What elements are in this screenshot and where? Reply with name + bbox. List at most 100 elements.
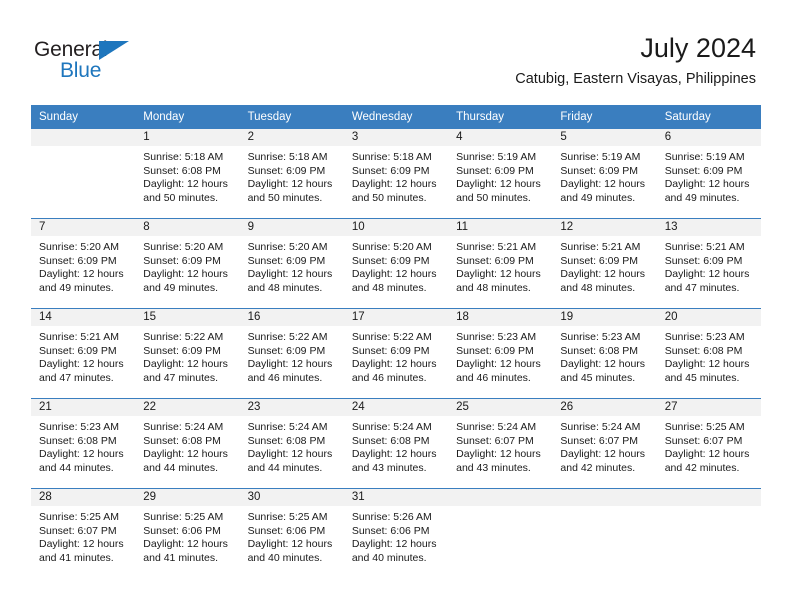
day-number: 2 — [239, 129, 344, 146]
day-details: Sunrise: 5:20 AM Sunset: 6:09 PM Dayligh… — [31, 236, 135, 295]
day-cell[interactable]: 31 Sunrise: 5:26 AM Sunset: 6:06 PM Dayl… — [343, 489, 449, 578]
daylight-text-line1: Daylight: 12 hours — [351, 448, 437, 461]
sunset-text: Sunset: 6:09 PM — [39, 344, 117, 357]
daylight-text-line1: Daylight: 12 hours — [39, 538, 124, 551]
day-cell[interactable]: 1 Sunrise: 5:18 AM Sunset: 6:08 PM Dayli… — [135, 129, 240, 218]
sunrise-text: Sunrise: 5:21 AM — [39, 331, 119, 343]
day-details: Sunrise: 5:25 AM Sunset: 6:07 PM Dayligh… — [657, 416, 761, 475]
day-cell[interactable]: 29 Sunrise: 5:25 AM Sunset: 6:06 PM Dayl… — [135, 489, 240, 578]
daylight-text-line1: Daylight: 12 hours — [39, 268, 124, 281]
sunset-text: Sunset: 6:06 PM — [351, 524, 430, 537]
sunrise-text: Sunrise: 5:25 AM — [247, 511, 328, 523]
day-number: 15 — [135, 309, 240, 326]
sunset-text: Sunset: 6:09 PM — [560, 254, 639, 267]
day-cell[interactable]: 13 Sunrise: 5:21 AM Sunset: 6:09 PM Dayl… — [656, 219, 761, 308]
day-details — [448, 506, 552, 511]
day-cell[interactable]: 14 Sunrise: 5:21 AM Sunset: 6:09 PM Dayl… — [31, 309, 136, 398]
daylight-text-line1: Daylight: 12 hours — [456, 448, 541, 461]
day-cell[interactable]: 10 Sunrise: 5:20 AM Sunset: 6:09 PM Dayl… — [343, 219, 449, 308]
daylight-text-line1: Daylight: 12 hours — [39, 448, 124, 461]
day-cell[interactable] — [31, 129, 136, 218]
day-details: Sunrise: 5:22 AM Sunset: 6:09 PM Dayligh… — [344, 326, 448, 385]
day-cell[interactable]: 11 Sunrise: 5:21 AM Sunset: 6:09 PM Dayl… — [448, 219, 553, 308]
day-cell[interactable]: 22 Sunrise: 5:24 AM Sunset: 6:08 PM Dayl… — [135, 399, 240, 488]
daylight-text-line1: Daylight: 12 hours — [247, 358, 333, 371]
day-details — [657, 506, 761, 511]
weekday-header-saturday: Saturday — [656, 105, 761, 129]
day-cell[interactable]: 2 Sunrise: 5:18 AM Sunset: 6:09 PM Dayli… — [239, 129, 344, 218]
day-number: 10 — [343, 219, 449, 236]
day-details: Sunrise: 5:25 AM Sunset: 6:06 PM Dayligh… — [135, 506, 239, 565]
day-cell[interactable]: 28 Sunrise: 5:25 AM Sunset: 6:07 PM Dayl… — [31, 489, 136, 578]
day-cell[interactable]: 9 Sunrise: 5:20 AM Sunset: 6:09 PM Dayli… — [239, 219, 344, 308]
day-details: Sunrise: 5:20 AM Sunset: 6:09 PM Dayligh… — [135, 236, 239, 295]
day-cell[interactable]: 5 Sunrise: 5:19 AM Sunset: 6:09 PM Dayli… — [552, 129, 657, 218]
day-cell[interactable] — [552, 489, 657, 578]
day-number: 13 — [656, 219, 761, 236]
day-cell[interactable]: 3 Sunrise: 5:18 AM Sunset: 6:09 PM Dayli… — [343, 129, 449, 218]
day-cell[interactable]: 25 Sunrise: 5:24 AM Sunset: 6:07 PM Dayl… — [448, 399, 553, 488]
day-cell[interactable]: 18 Sunrise: 5:23 AM Sunset: 6:09 PM Dayl… — [448, 309, 553, 398]
sunset-text: Sunset: 6:09 PM — [456, 344, 534, 357]
sunrise-text: Sunrise: 5:20 AM — [247, 241, 328, 253]
day-cell[interactable]: 30 Sunrise: 5:25 AM Sunset: 6:06 PM Dayl… — [239, 489, 344, 578]
day-number: 20 — [656, 309, 761, 326]
sunset-text: Sunset: 6:09 PM — [351, 164, 430, 177]
day-cell[interactable]: 12 Sunrise: 5:21 AM Sunset: 6:09 PM Dayl… — [552, 219, 657, 308]
daylight-text-line1: Daylight: 12 hours — [143, 448, 228, 461]
sunrise-text: Sunrise: 5:23 AM — [560, 331, 641, 343]
day-details: Sunrise: 5:23 AM Sunset: 6:08 PM Dayligh… — [552, 326, 656, 385]
daylight-text-line2: and 50 minutes. — [247, 191, 323, 204]
sunrise-text: Sunrise: 5:20 AM — [39, 241, 119, 253]
day-details: Sunrise: 5:21 AM Sunset: 6:09 PM Dayligh… — [448, 236, 552, 295]
day-cell[interactable] — [448, 489, 553, 578]
sunset-text: Sunset: 6:09 PM — [247, 164, 326, 177]
daylight-text-line2: and 49 minutes. — [39, 281, 114, 294]
day-number: 3 — [343, 129, 449, 146]
day-cell[interactable]: 24 Sunrise: 5:24 AM Sunset: 6:08 PM Dayl… — [343, 399, 449, 488]
sunset-text: Sunset: 6:07 PM — [560, 434, 639, 447]
day-number: 6 — [656, 129, 761, 146]
sunset-text: Sunset: 6:08 PM — [143, 434, 221, 447]
day-cell[interactable]: 27 Sunrise: 5:25 AM Sunset: 6:07 PM Dayl… — [656, 399, 761, 488]
sunset-text: Sunset: 6:09 PM — [664, 164, 743, 177]
day-cell[interactable]: 23 Sunrise: 5:24 AM Sunset: 6:08 PM Dayl… — [239, 399, 344, 488]
sunset-text: Sunset: 6:09 PM — [560, 164, 639, 177]
day-cell[interactable]: 16 Sunrise: 5:22 AM Sunset: 6:09 PM Dayl… — [239, 309, 344, 398]
sunrise-text: Sunrise: 5:25 AM — [143, 511, 224, 523]
sunrise-sunset-calendar-table: Sunday Monday Tuesday Wednesday Thursday… — [31, 105, 761, 578]
day-cell[interactable]: 19 Sunrise: 5:23 AM Sunset: 6:08 PM Dayl… — [552, 309, 657, 398]
day-details: Sunrise: 5:19 AM Sunset: 6:09 PM Dayligh… — [657, 146, 761, 205]
week-row: 28 Sunrise: 5:25 AM Sunset: 6:07 PM Dayl… — [31, 488, 761, 578]
sunset-text: Sunset: 6:09 PM — [351, 344, 430, 357]
day-cell[interactable]: 17 Sunrise: 5:22 AM Sunset: 6:09 PM Dayl… — [343, 309, 449, 398]
sunset-text: Sunset: 6:09 PM — [39, 254, 117, 267]
weekday-header-thursday: Thursday — [448, 105, 553, 129]
daylight-text-line2: and 42 minutes. — [664, 461, 740, 474]
daylight-text-line2: and 48 minutes. — [351, 281, 427, 294]
day-cell[interactable]: 7 Sunrise: 5:20 AM Sunset: 6:09 PM Dayli… — [31, 219, 136, 308]
day-details: Sunrise: 5:24 AM Sunset: 6:08 PM Dayligh… — [344, 416, 448, 475]
daylight-text-line2: and 47 minutes. — [143, 371, 218, 384]
day-cell[interactable] — [656, 489, 761, 578]
day-cell[interactable]: 6 Sunrise: 5:19 AM Sunset: 6:09 PM Dayli… — [656, 129, 761, 218]
day-cell[interactable]: 4 Sunrise: 5:19 AM Sunset: 6:09 PM Dayli… — [448, 129, 553, 218]
daylight-text-line1: Daylight: 12 hours — [351, 358, 437, 371]
day-number: 1 — [135, 129, 240, 146]
day-number: 30 — [239, 489, 344, 506]
sunset-text: Sunset: 6:09 PM — [143, 254, 221, 267]
day-number: 12 — [552, 219, 657, 236]
day-cell[interactable]: 21 Sunrise: 5:23 AM Sunset: 6:08 PM Dayl… — [31, 399, 136, 488]
day-cell[interactable]: 15 Sunrise: 5:22 AM Sunset: 6:09 PM Dayl… — [135, 309, 240, 398]
day-details: Sunrise: 5:22 AM Sunset: 6:09 PM Dayligh… — [240, 326, 344, 385]
sunrise-text: Sunrise: 5:24 AM — [456, 421, 537, 433]
day-cell[interactable]: 8 Sunrise: 5:20 AM Sunset: 6:09 PM Dayli… — [135, 219, 240, 308]
day-number: 9 — [239, 219, 344, 236]
day-cell[interactable]: 20 Sunrise: 5:23 AM Sunset: 6:08 PM Dayl… — [656, 309, 761, 398]
sunrise-text: Sunrise: 5:26 AM — [351, 511, 432, 523]
sunset-text: Sunset: 6:08 PM — [39, 434, 117, 447]
daylight-text-line1: Daylight: 12 hours — [143, 538, 228, 551]
day-cell[interactable]: 26 Sunrise: 5:24 AM Sunset: 6:07 PM Dayl… — [552, 399, 657, 488]
daylight-text-line1: Daylight: 12 hours — [247, 268, 333, 281]
day-details: Sunrise: 5:18 AM Sunset: 6:09 PM Dayligh… — [344, 146, 448, 205]
